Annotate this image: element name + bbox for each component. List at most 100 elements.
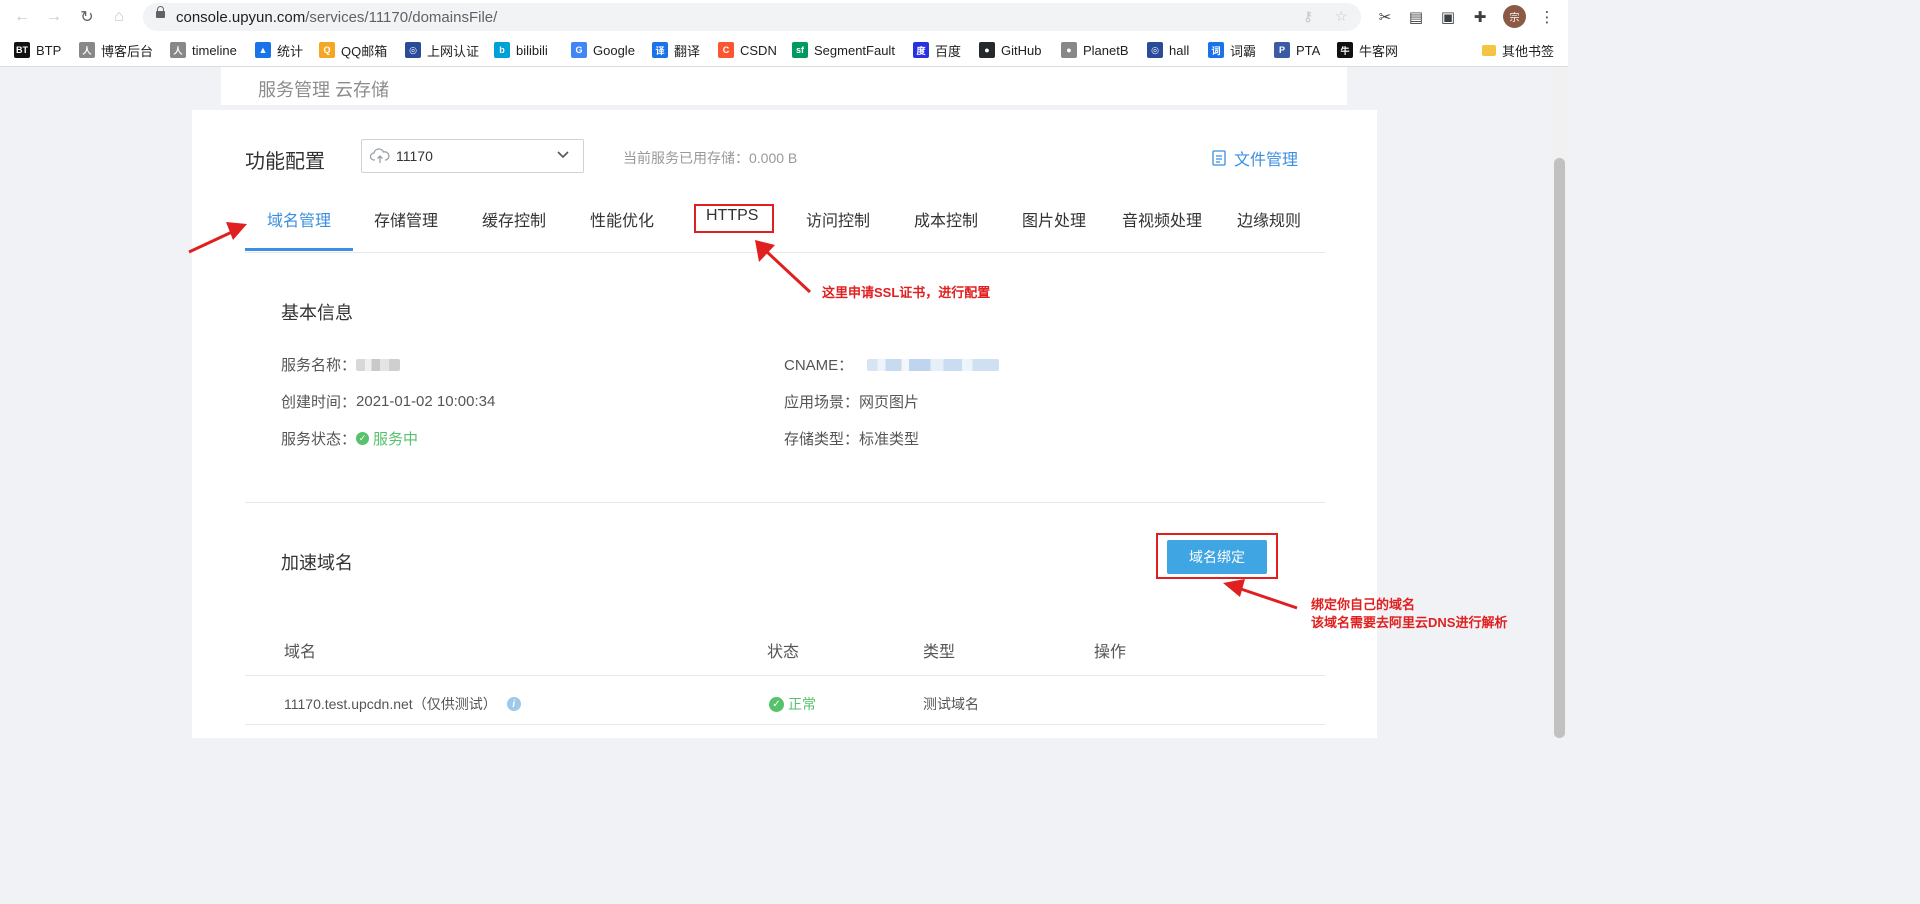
bookmark-favicon-icon: 人 [170,42,186,58]
scrollbar-thumb[interactable] [1554,158,1565,738]
bookmark-item[interactable]: ◎ 上网认证 [405,41,479,59]
cloud-upload-icon [370,148,390,163]
column-header-status: 状态 [767,644,800,661]
service-select-value: 11170 [396,148,433,164]
service-name-field: 服务名称： [281,354,401,375]
bookmark-favicon-icon: C [718,42,734,58]
tab-performance[interactable]: 性能优化 [590,207,654,231]
tab-active-indicator [245,248,353,251]
status-cell: ✓ 正常 [769,694,816,714]
breadcrumb-card [221,67,1347,105]
bookmark-item[interactable]: C CSDN [718,41,777,59]
basic-info-title: 基本信息 [281,303,353,323]
domain-cell: 11170.test.upcdn.net（仅供测试） i [284,694,521,714]
service-status-field: 服务状态： ✓ 服务中 [281,431,419,448]
reader-icon[interactable]: ▤ [1406,7,1426,27]
home-icon[interactable]: ⌂ [108,6,130,28]
bookmark-label: bilibili [516,42,548,58]
redacted-service-name [356,358,401,371]
pip-icon[interactable]: ▣ [1438,7,1458,27]
section-divider [245,502,1325,503]
extensions-icon[interactable]: ✚ [1470,7,1490,27]
bookmark-item[interactable]: 人 timeline [170,41,237,59]
bookmark-favicon-icon: sf [792,42,808,58]
tab-domain-manage[interactable]: 域名管理 [267,207,331,231]
bookmark-item[interactable]: ◎ hall [1147,41,1189,59]
bookmark-favicon-icon: ◎ [405,42,421,58]
bookmark-favicon-icon: ● [979,42,995,58]
bookmark-item[interactable]: P PTA [1274,41,1320,59]
file-icon [1212,150,1226,166]
star-icon[interactable]: ☆ [1335,8,1348,25]
bookmark-item[interactable]: Q QQ邮箱 [319,41,387,59]
bookmark-item[interactable]: sf SegmentFault [792,41,895,59]
domains-title: 加速域名 [281,553,353,573]
bookmark-favicon-icon: 度 [913,42,929,58]
created-time-field: 创建时间： 2021-01-02 10:00:34 [281,393,496,411]
other-bookmarks[interactable]: 其他书签 [1482,41,1554,60]
bookmark-label: CSDN [740,42,777,58]
bookmark-item[interactable]: ▲ 统计 [255,41,303,59]
bookmark-item[interactable]: 度百度 [913,41,961,59]
bookmark-item[interactable]: ● GitHub [979,41,1041,59]
bookmark-item[interactable]: ● PlanetB [1061,41,1129,59]
menu-icon[interactable]: ⋮ [1537,7,1557,27]
bookmark-item[interactable]: G Google [571,41,635,59]
reload-icon[interactable]: ↻ [76,6,98,28]
forward-icon[interactable]: → [43,6,65,28]
tab-image-processing[interactable]: 图片处理 [1022,207,1086,231]
page-title: 功能配置 [245,151,325,173]
bookmark-item[interactable]: b bilibili [494,41,548,59]
back-icon[interactable]: ← [11,6,33,28]
bookmark-item[interactable]: 人博客后台 [79,41,153,59]
bookmark-favicon-icon: G [571,42,587,58]
bookmark-label: SegmentFault [814,42,895,58]
table-row-divider [245,724,1325,725]
tab-cost-control[interactable]: 成本控制 [914,207,978,231]
bookmark-item[interactable]: 牛牛客网 [1337,41,1398,59]
bookmark-favicon-icon: Q [319,42,335,58]
bookmark-item[interactable]: 词词霸 [1208,41,1256,59]
check-circle-icon: ✓ [769,696,784,712]
bookmark-label: BTP [36,42,62,58]
lock-icon [156,6,165,18]
type-cell: 测试域名 [923,696,979,712]
tab-access-control[interactable]: 访问控制 [806,207,870,231]
bookmark-item[interactable]: 译翻译 [652,41,700,59]
bookmark-label: Google [593,42,635,58]
bookmark-item[interactable]: BT BTP [14,41,61,59]
bookmark-label: 牛客网 [1359,43,1399,59]
info-icon[interactable]: i [506,697,521,711]
column-header-type: 类型 [923,644,956,661]
check-circle-icon: ✓ [356,432,370,445]
tab-cache-control[interactable]: 缓存控制 [482,207,546,231]
storage-usage: 当前服务已用存储：0.000 B [623,150,798,166]
key-icon[interactable]: ⚷ [1303,8,1313,25]
bookmark-label: PTA [1296,42,1321,58]
bookmark-favicon-icon: 译 [652,42,668,58]
folder-icon [1482,45,1496,56]
https-highlight-box [694,204,774,233]
bind-highlight-box [1156,533,1278,579]
service-select[interactable] [361,139,584,173]
avatar[interactable]: 宗 [1503,5,1526,28]
bookmark-favicon-icon: 牛 [1337,42,1353,58]
bookmark-label: 翻译 [674,43,701,59]
bookmark-favicon-icon: P [1274,42,1290,58]
https-annotation: 这里申请SSL证书，进行配置 [822,285,991,300]
tab-storage-manage[interactable]: 存储管理 [374,207,438,231]
tab-edge-rules[interactable]: 边缘规则 [1237,207,1301,231]
scissors-icon[interactable]: ✂ [1375,7,1395,27]
bookmark-label: 统计 [277,43,304,59]
file-manage-link[interactable]: 文件管理 [1212,146,1298,170]
cname-field: CNAME： [784,354,1000,375]
tab-divider [245,252,1325,253]
bind-annotation-line1: 绑定你自己的域名 [1311,597,1416,612]
bookmark-label: 上网认证 [427,43,480,59]
bookmark-favicon-icon: 人 [79,42,95,58]
bookmark-favicon-icon: b [494,42,510,58]
column-header-domain: 域名 [284,644,317,661]
bookmark-label: QQ邮箱 [341,43,388,59]
bookmark-favicon-icon: ▲ [255,42,271,58]
tab-av-processing[interactable]: 音视频处理 [1122,207,1202,231]
